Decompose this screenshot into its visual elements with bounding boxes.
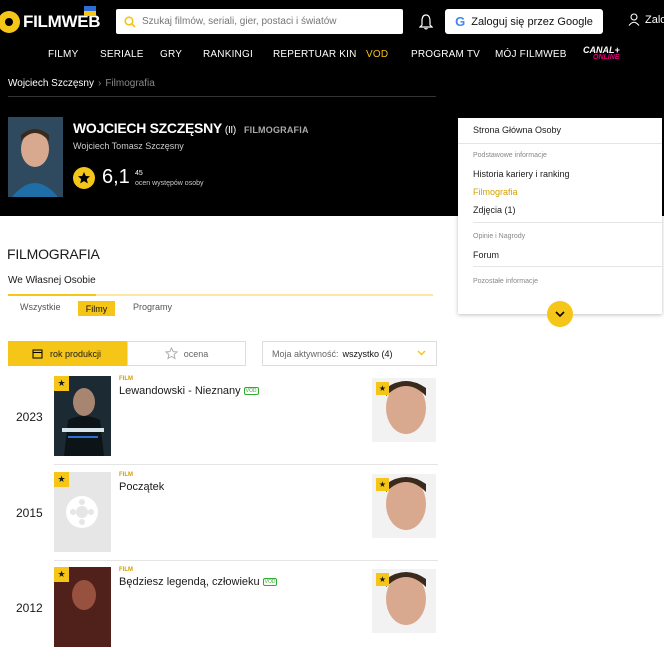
film-kind: FILM <box>119 376 133 382</box>
role-star-icon[interactable]: ★ <box>376 573 389 586</box>
menu-filmography[interactable]: Filmografia <box>473 187 518 197</box>
person-photo[interactable] <box>8 117 63 197</box>
search-bar[interactable] <box>116 9 403 34</box>
divider <box>54 464 438 465</box>
tab-active-indicator <box>8 294 96 296</box>
star-icon <box>73 167 95 189</box>
film-title[interactable]: Początek <box>119 481 164 493</box>
chevron-down-icon <box>555 310 565 317</box>
nav-gry[interactable]: GRY <box>160 49 182 60</box>
filmography-title: FILMOGRAFIA <box>7 246 100 262</box>
film-year: 2015 <box>16 506 43 520</box>
vod-badge: VOD <box>243 387 259 395</box>
main-nav: FILMY SERIALE GRY RANKINGI REPERTUAR KIN… <box>0 44 664 68</box>
role-star-icon[interactable]: ★ <box>376 478 389 491</box>
breadcrumb-person[interactable]: Wojciech Szczęsny <box>8 78 94 89</box>
ukraine-flag-icon <box>84 6 96 16</box>
film-kind: FILM <box>119 567 133 573</box>
nav-seriale[interactable]: SERIALE <box>100 49 144 60</box>
divider <box>473 266 662 267</box>
user-icon <box>628 13 640 26</box>
person-rating: 6,1 <box>102 166 130 188</box>
activity-select[interactable]: Moja aktywność: wszystko (4) <box>262 341 437 366</box>
divider <box>473 222 662 223</box>
google-icon: G <box>455 14 466 29</box>
divider <box>54 560 438 561</box>
person-full-name: Wojciech Tomasz Szczęsny <box>73 141 184 151</box>
filter-films[interactable]: Filmy <box>78 301 115 316</box>
chevron-down-icon <box>417 350 426 356</box>
user-login[interactable]: Zalo <box>628 13 664 26</box>
calendar-icon <box>32 349 43 359</box>
menu-header-opinions: Opinie i Nagrody <box>473 233 526 240</box>
filter-all[interactable]: Wszystkie <box>20 302 61 312</box>
film-row: 2023 ★ FILM Lewandowski - Nieznany VOD ★ <box>0 376 440 471</box>
poster-star-icon[interactable]: ★ <box>54 472 69 487</box>
nav-vod[interactable]: VOD <box>366 49 388 60</box>
film-reel-icon <box>0 11 20 33</box>
menu-header-other: Pozostałe informacje <box>473 278 538 285</box>
poster-star-icon[interactable]: ★ <box>54 567 69 582</box>
film-year: 2012 <box>16 601 43 615</box>
nav-rankingi[interactable]: RANKINGI <box>203 49 253 60</box>
nav-moj-filmweb[interactable]: MÓJ FILMWEB <box>495 49 567 60</box>
search-icon <box>124 15 136 28</box>
role-star-icon[interactable]: ★ <box>376 382 389 395</box>
google-login-button[interactable]: G Zaloguj się przez Google <box>445 9 603 34</box>
divider <box>458 143 662 144</box>
film-kind: FILM <box>119 472 133 478</box>
sort-by-rating-button[interactable]: ocena <box>127 341 246 366</box>
film-year: 2023 <box>16 410 43 424</box>
menu-photos[interactable]: Zdjęcia (1) <box>473 205 516 215</box>
divider <box>8 96 436 97</box>
canal-plus-logo[interactable]: CANAL+ ONLINE <box>583 46 620 62</box>
menu-forum[interactable]: Forum <box>473 250 499 260</box>
film-title[interactable]: Lewandowski - Nieznany VOD <box>119 385 259 397</box>
menu-person-home[interactable]: Strona Główna Osoby <box>473 125 561 135</box>
poster-star-icon[interactable]: ★ <box>54 376 69 391</box>
rating-count: 45 <box>135 170 143 177</box>
breadcrumb: Wojciech Szczęsny › Filmografia <box>8 78 155 89</box>
person-side-menu: Strona Główna Osoby Podstawowe informacj… <box>458 118 662 314</box>
nav-repertuar[interactable]: REPERTUAR KIN <box>273 49 357 60</box>
search-input[interactable] <box>142 16 392 27</box>
nav-program-tv[interactable]: PROGRAM TV <box>411 49 480 60</box>
expand-menu-button[interactable] <box>547 301 573 327</box>
vod-badge: VOD <box>262 578 278 586</box>
star-outline-icon <box>164 347 178 360</box>
filter-programs[interactable]: Programy <box>133 302 172 312</box>
rating-label: ocen występów osoby <box>135 180 204 187</box>
nav-filmy[interactable]: FILMY <box>48 49 78 60</box>
bell-icon[interactable] <box>419 14 433 30</box>
menu-career[interactable]: Historia kariery i ranking <box>473 169 570 179</box>
film-title[interactable]: Będziesz legendą, człowieku VOD <box>119 576 278 588</box>
person-name: WOJCIECH SZCZĘSNY (II) FILMOGRAFIA <box>73 120 309 136</box>
sort-by-year-button[interactable]: rok produkcji <box>8 341 127 366</box>
menu-header-basic: Podstawowe informacje <box>473 152 547 159</box>
breadcrumb-current: Filmografia <box>105 78 155 89</box>
breadcrumb-chevron-icon: › <box>97 78 102 89</box>
film-row: 2012 ★ FILM Będziesz legendą, człowieku V… <box>0 567 440 662</box>
film-row: 2015 ★ FILM Początek ★ <box>0 472 440 567</box>
tab-own-person[interactable]: We Własnej Osobie <box>8 275 96 286</box>
filmweb-logo[interactable]: FILMWEB <box>0 6 101 34</box>
